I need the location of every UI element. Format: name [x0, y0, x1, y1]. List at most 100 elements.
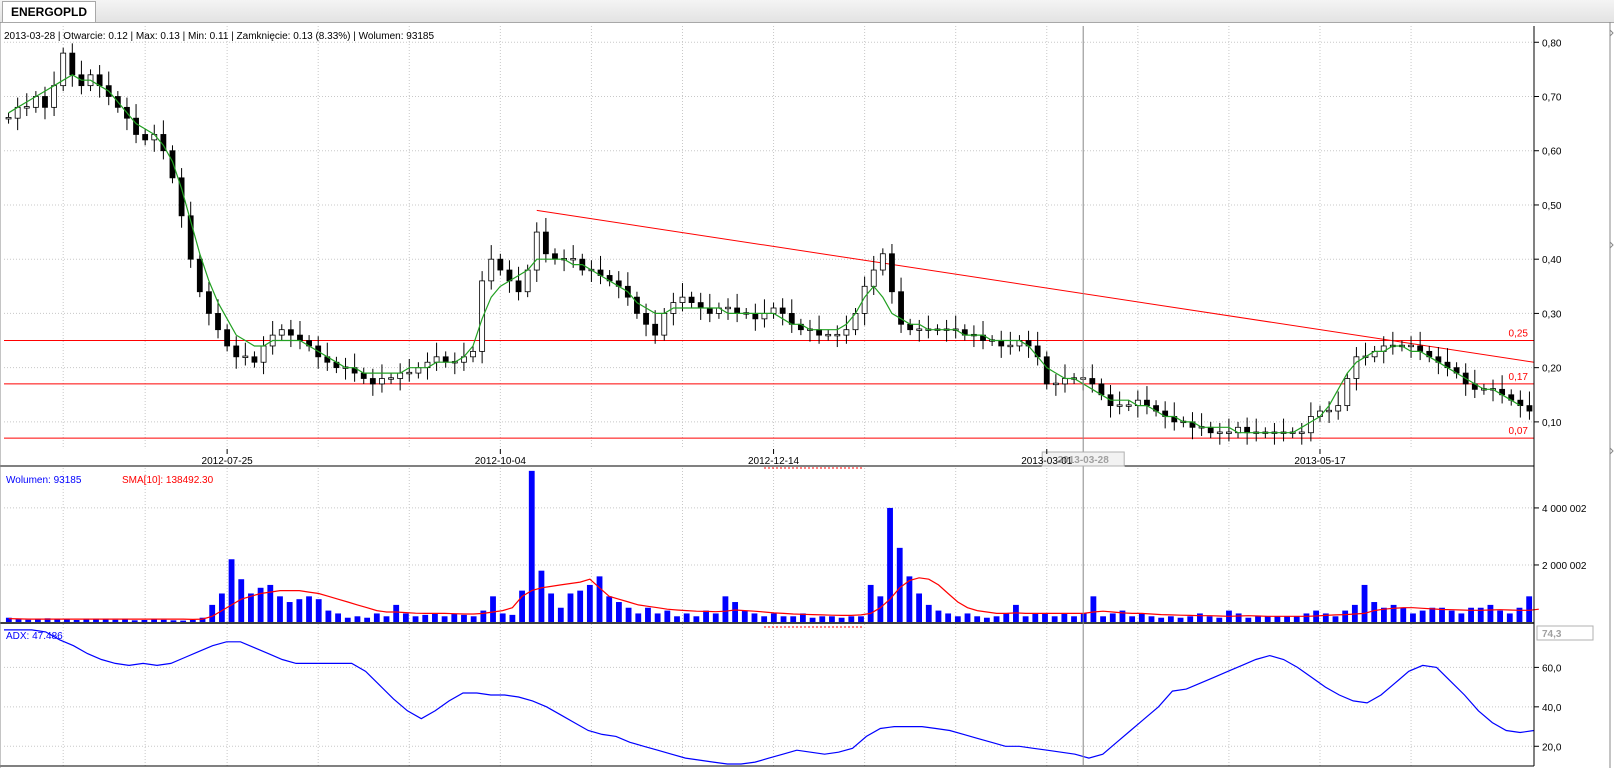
volume-bar — [1429, 607, 1436, 622]
volume-bar — [354, 616, 361, 622]
volume-bar — [1526, 596, 1533, 622]
volume-bar — [1419, 610, 1426, 622]
candle — [233, 345, 240, 358]
volume-bar — [983, 617, 990, 622]
candle — [889, 253, 895, 293]
volume-bar — [1022, 616, 1029, 622]
volume-bar — [470, 616, 477, 622]
candle — [1207, 426, 1214, 434]
volume-bar — [1274, 616, 1281, 622]
volume-bar — [1109, 613, 1116, 622]
volume-bar — [402, 613, 409, 622]
candle — [42, 96, 48, 108]
panel-frames — [0, 22, 1614, 768]
volume-bar — [809, 617, 816, 622]
volume-bar — [528, 470, 535, 622]
candle — [23, 106, 30, 109]
candle — [843, 329, 850, 336]
price-sma — [8, 74, 1521, 434]
candle — [397, 372, 404, 379]
candle — [297, 334, 303, 341]
volume-bars — [5, 470, 1539, 622]
candle — [825, 333, 832, 337]
candle — [679, 296, 686, 303]
volume-bar — [538, 570, 545, 622]
volume-bar — [1138, 613, 1145, 622]
chart-window: ENERGOPLD 0,25 0,17 0,07 2013-03-28 2012-0… — [0, 0, 1614, 768]
tab-energopld[interactable]: ENERGOPLD — [2, 1, 97, 22]
candle — [1226, 431, 1232, 434]
volume-bar — [1497, 610, 1504, 622]
y-tick-label: 0,20 — [1542, 364, 1562, 375]
candles — [5, 43, 1533, 445]
volume-bar — [1129, 616, 1136, 622]
candle — [552, 253, 558, 260]
adx-line — [4, 629, 1535, 765]
volume-bar — [974, 616, 981, 622]
candle — [369, 378, 376, 385]
candle — [1417, 345, 1424, 352]
candle — [998, 340, 1005, 347]
adx-current-value: 74,3 — [1542, 629, 1562, 640]
volume-bar — [741, 610, 748, 622]
volume-bar — [1303, 613, 1310, 622]
candle — [278, 329, 285, 336]
volume-bar — [703, 610, 709, 622]
volume-bar — [586, 584, 593, 622]
volume-bar — [277, 596, 283, 622]
candle — [643, 313, 649, 325]
volume-bar — [180, 620, 187, 622]
candle — [5, 117, 12, 120]
volume-bar — [73, 620, 80, 622]
candle — [488, 258, 495, 282]
volume-bar — [780, 616, 787, 622]
volume-bar — [267, 584, 274, 622]
volume-bar — [412, 616, 419, 622]
candle — [870, 269, 877, 287]
volume-bar — [1187, 616, 1194, 622]
candle — [652, 323, 659, 336]
volume-bar — [441, 616, 448, 622]
volume-bar — [925, 604, 932, 622]
volume-bar — [906, 576, 913, 622]
volume-bar — [625, 607, 632, 622]
trend-lines[interactable] — [536, 209, 1535, 363]
volume-bar — [480, 610, 487, 622]
adx-line-path — [4, 629, 1535, 765]
volume-bar — [557, 607, 564, 622]
volume-bar — [867, 584, 874, 622]
volume-bar — [1284, 616, 1290, 622]
volume-bar — [887, 507, 893, 622]
volume-bar — [829, 616, 835, 622]
volume-bar — [1293, 616, 1300, 622]
candle — [1089, 378, 1096, 385]
volume-bar — [722, 596, 729, 622]
volume-y-tick-label: 4 000 002 — [1542, 504, 1587, 515]
candle — [1062, 378, 1068, 385]
candle — [497, 258, 504, 271]
volume-bar — [819, 616, 826, 622]
candle — [1326, 409, 1332, 413]
candle — [524, 269, 531, 293]
x-tick-label: 2012-12-14 — [748, 456, 800, 467]
volume-bar — [1003, 613, 1010, 622]
chart-canvas[interactable]: 0,250,170,07 2013-03-28 2012-07-25 2012-1… — [0, 22, 1614, 768]
adx-y-tick-label: 20,0 — [1542, 742, 1562, 753]
x-tick-label: 2012-07-25 — [202, 456, 254, 467]
volume-bar — [1100, 616, 1106, 622]
candle — [761, 313, 768, 320]
y-tick-label: 0,60 — [1542, 147, 1562, 158]
candle — [388, 377, 394, 380]
volume-bar — [170, 620, 177, 622]
volume-bar — [954, 616, 961, 622]
volume-bar — [1361, 584, 1368, 622]
y-tick-label: 0,40 — [1542, 255, 1562, 266]
volume-bar — [964, 613, 971, 622]
candle — [479, 280, 486, 352]
grid — [4, 26, 1534, 766]
candle — [169, 150, 176, 179]
volume-bar — [916, 593, 922, 622]
candle — [542, 231, 549, 255]
volume-bar — [664, 610, 671, 622]
volume-bar — [790, 616, 797, 622]
